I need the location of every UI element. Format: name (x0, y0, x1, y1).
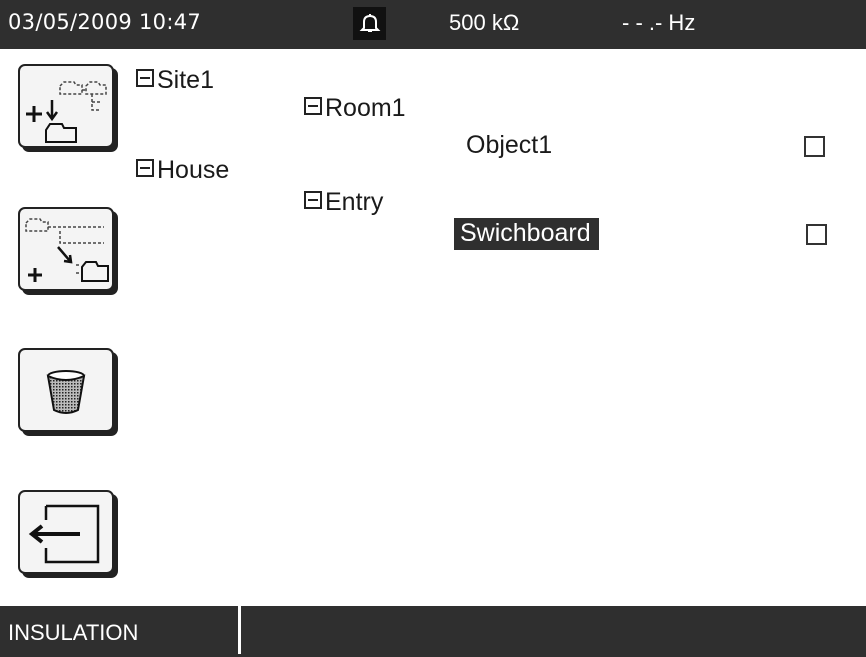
collapse-icon[interactable] (136, 69, 154, 87)
frequency-readout: - - .- Hz (622, 10, 696, 35)
add-subfolder-button[interactable] (18, 207, 114, 291)
delete-button[interactable] (18, 348, 114, 432)
alarm-indicator (353, 7, 386, 40)
add-site-icon (26, 81, 107, 143)
bell-icon (359, 14, 381, 32)
exit-button[interactable] (18, 490, 114, 574)
collapse-icon[interactable] (136, 159, 154, 177)
tree-node-site[interactable]: Site1 (136, 66, 214, 95)
collapse-icon[interactable] (304, 191, 322, 209)
object-item-selected[interactable]: Swichboard (454, 218, 599, 250)
exit-icon (28, 504, 100, 564)
status-bar: 03/05/2009 10:47 500 kΩ - - .- Hz (0, 0, 866, 49)
mode-label: INSULATION (8, 620, 139, 645)
collapse-icon[interactable] (304, 97, 322, 115)
resistance-readout: 500 kΩ (449, 10, 520, 35)
object-checkbox[interactable] (806, 224, 827, 245)
divider (238, 606, 241, 654)
tree-node-room[interactable]: Room1 (304, 94, 406, 123)
datetime: 03/05/2009 10:47 (8, 10, 202, 34)
add-site-button[interactable] (18, 64, 114, 148)
tree-node-house[interactable]: House (136, 156, 229, 185)
mode-bar: INSULATION (0, 606, 866, 657)
trash-icon (46, 370, 86, 414)
object-item[interactable]: Object1 (466, 131, 552, 160)
tree-node-entry[interactable]: Entry (304, 188, 383, 217)
add-subfolder-icon (25, 218, 109, 282)
object-checkbox[interactable] (804, 136, 825, 157)
